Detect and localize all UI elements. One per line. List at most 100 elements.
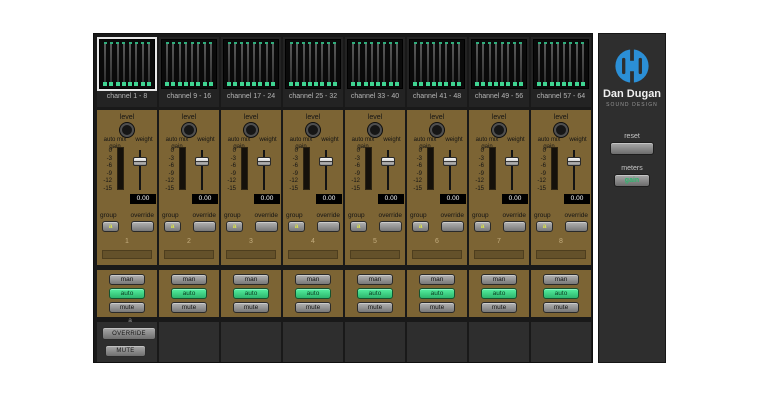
meter-track	[501, 42, 503, 86]
override-button[interactable]	[441, 221, 464, 232]
channel-name-field[interactable]	[536, 250, 586, 259]
auto-button[interactable]: auto	[357, 288, 393, 299]
meter-bank[interactable]	[161, 39, 217, 89]
meter-bank[interactable]	[285, 39, 341, 89]
meter-peak-dot	[234, 42, 237, 44]
group-button[interactable]: a	[536, 221, 553, 232]
group-button[interactable]: a	[102, 221, 119, 232]
meter-base-dot	[302, 82, 306, 86]
level-knob[interactable]	[182, 123, 196, 137]
channel-name-field[interactable]	[350, 250, 400, 259]
level-knob[interactable]	[368, 123, 382, 137]
meter-track	[253, 42, 255, 86]
scale-tick: -15	[533, 186, 546, 194]
group-button[interactable]: a	[412, 221, 429, 232]
meter-bank[interactable]	[99, 39, 155, 89]
automix-gain-meter	[365, 147, 372, 190]
channel-name-field[interactable]	[474, 250, 524, 259]
meter-bank[interactable]	[223, 39, 279, 89]
auto-button[interactable]: auto	[109, 288, 145, 299]
override-button[interactable]	[379, 221, 402, 232]
group-button[interactable]: a	[288, 221, 305, 232]
weight-slider-handle[interactable]	[505, 157, 519, 166]
group-button[interactable]: a	[226, 221, 243, 232]
override-button[interactable]	[193, 221, 216, 232]
man-button[interactable]: man	[419, 274, 455, 285]
meter-peak-dot	[333, 42, 336, 44]
scale-tick: -3	[471, 156, 484, 164]
meter-peak-dot	[575, 42, 578, 44]
level-knob[interactable]	[120, 123, 134, 137]
meter-track	[365, 42, 367, 86]
mute-button[interactable]: mute	[295, 302, 331, 313]
channel-name-field[interactable]	[164, 250, 214, 259]
mute-button[interactable]: mute	[543, 302, 579, 313]
override-button[interactable]	[255, 221, 278, 232]
meter-track	[439, 42, 441, 86]
man-button[interactable]: man	[295, 274, 331, 285]
man-button[interactable]: man	[357, 274, 393, 285]
override-button[interactable]	[565, 221, 588, 232]
weight-slider-handle[interactable]	[133, 157, 147, 166]
channel-name-field[interactable]	[412, 250, 462, 259]
meter-peak-dot	[203, 42, 206, 44]
meter-bank[interactable]	[533, 39, 589, 89]
auto-button[interactable]: auto	[543, 288, 579, 299]
automix-gain-meter	[117, 147, 124, 190]
weight-slider-handle[interactable]	[319, 157, 333, 166]
meter-bank[interactable]	[471, 39, 527, 89]
auto-button[interactable]: auto	[295, 288, 331, 299]
page: channel 1 - 8 level auto mix gain weight…	[0, 0, 770, 400]
weight-slider-handle[interactable]	[257, 157, 271, 166]
man-button[interactable]: man	[109, 274, 145, 285]
override-button[interactable]	[131, 221, 154, 232]
mute-button[interactable]: mute	[419, 302, 455, 313]
auto-button[interactable]: auto	[171, 288, 207, 299]
meter-peak-dot	[538, 42, 541, 44]
override-button[interactable]	[503, 221, 526, 232]
master-mute-button[interactable]: MUTE	[105, 345, 146, 357]
level-knob[interactable]	[430, 123, 444, 137]
weight-label: weight	[441, 137, 467, 143]
meter-bank[interactable]	[409, 39, 465, 89]
auto-button[interactable]: auto	[233, 288, 269, 299]
meter-bank[interactable]	[347, 39, 403, 89]
mute-button[interactable]: mute	[357, 302, 393, 313]
weight-slider-handle[interactable]	[195, 157, 209, 166]
level-knob[interactable]	[492, 123, 506, 137]
mute-button[interactable]: mute	[481, 302, 517, 313]
meters-mode-button[interactable]: gain	[614, 174, 650, 187]
group-button[interactable]: a	[474, 221, 491, 232]
channel-name-field[interactable]	[102, 250, 152, 259]
channel-name-field[interactable]	[226, 250, 276, 259]
reset-button[interactable]	[610, 142, 654, 155]
group-button[interactable]: a	[350, 221, 367, 232]
level-knob[interactable]	[554, 123, 568, 137]
level-label: level	[469, 114, 529, 121]
weight-slider-handle[interactable]	[567, 157, 581, 166]
mute-button[interactable]: mute	[233, 302, 269, 313]
auto-button[interactable]: auto	[419, 288, 455, 299]
man-button[interactable]: man	[481, 274, 517, 285]
meter-base-dot	[227, 82, 231, 86]
meter-base-dot	[184, 82, 188, 86]
weight-slider-handle[interactable]	[443, 157, 457, 166]
man-button[interactable]: man	[543, 274, 579, 285]
level-knob[interactable]	[244, 123, 258, 137]
group-button[interactable]: a	[164, 221, 181, 232]
meter-track	[172, 42, 174, 86]
man-button[interactable]: man	[233, 274, 269, 285]
channel-name-field[interactable]	[288, 250, 338, 259]
master-override-button[interactable]: OVERRIDE	[102, 327, 156, 340]
mute-button[interactable]: mute	[171, 302, 207, 313]
auto-button[interactable]: auto	[481, 288, 517, 299]
man-button[interactable]: man	[171, 274, 207, 285]
meter-peak-dot	[129, 42, 132, 44]
level-knob[interactable]	[306, 123, 320, 137]
scale-tick: -3	[161, 156, 174, 164]
weight-label: weight	[193, 137, 219, 143]
weight-slider-handle[interactable]	[381, 157, 395, 166]
mute-button[interactable]: mute	[109, 302, 145, 313]
override-button[interactable]	[317, 221, 340, 232]
gain-scale: 0 -3 -6 -9 -12 -15	[533, 148, 546, 193]
